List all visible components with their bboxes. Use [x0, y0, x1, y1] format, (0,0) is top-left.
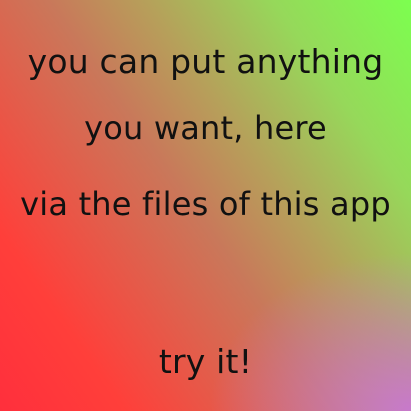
message-line-2: you want, here — [84, 109, 327, 147]
message-line-3: via the files of this app — [20, 185, 391, 223]
cta-text: try it! — [158, 342, 253, 381]
app-canvas: you can put anything you want, here via … — [0, 0, 411, 411]
message-line-1: you can put anything — [27, 42, 384, 81]
